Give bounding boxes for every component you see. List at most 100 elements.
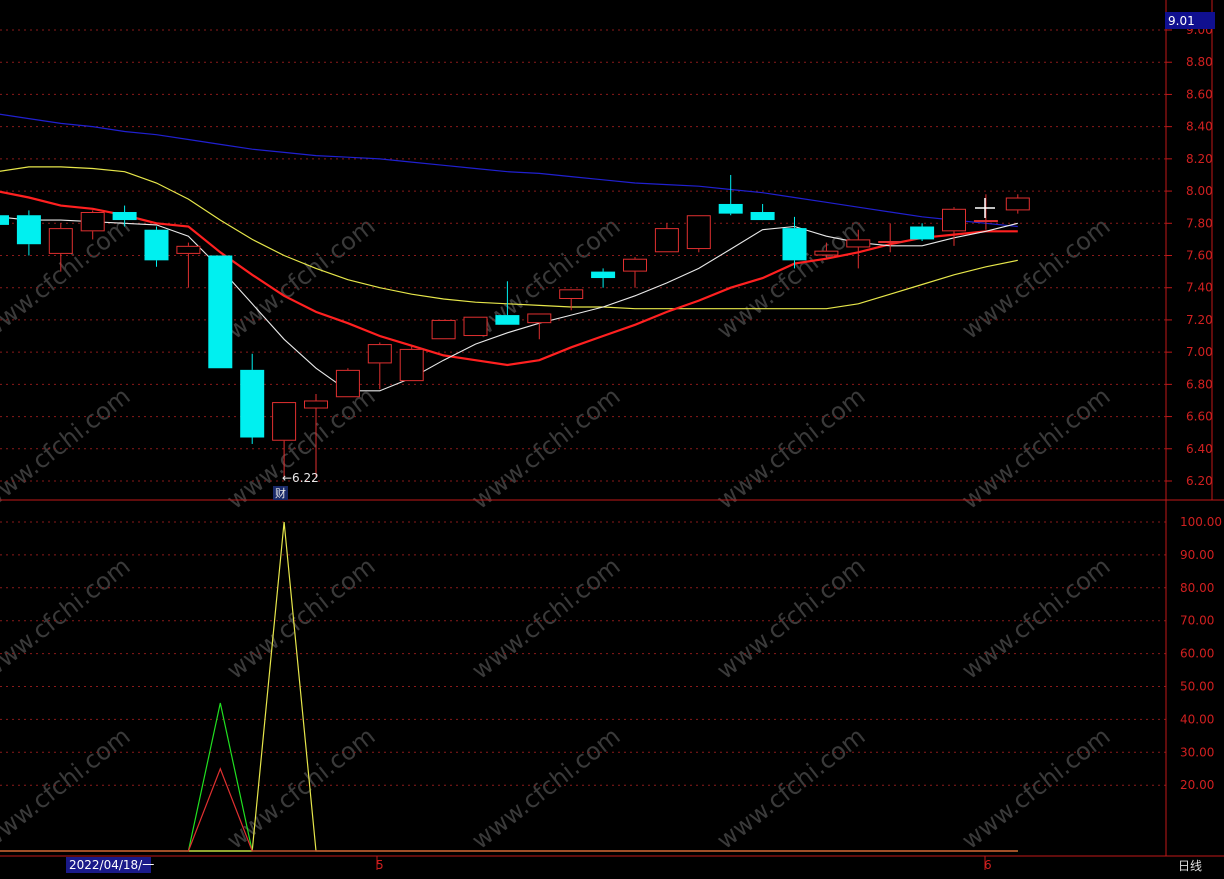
price-axis: 9.008.808.608.408.208.007.807.607.407.20… — [1166, 23, 1213, 488]
candle-body-up — [654, 228, 679, 253]
watermark-text: www.cfchi.com — [956, 382, 1115, 515]
candle-body-down — [16, 215, 41, 245]
candle-body-up — [686, 215, 711, 250]
candle — [176, 242, 201, 288]
price-tick-label: 8.80 — [1186, 55, 1213, 69]
candle-body-up — [367, 344, 392, 364]
candle-body-down — [112, 212, 137, 221]
watermark-text: www.cfchi.com — [711, 552, 870, 685]
indicator-tick-label: 80.00 — [1180, 581, 1214, 595]
candle-body-down — [495, 315, 520, 325]
watermark-text: www.cfchi.com — [0, 722, 135, 855]
watermark-text: www.cfchi.com — [221, 552, 380, 685]
price-tick-label: 6.40 — [1186, 442, 1213, 456]
candle — [527, 313, 552, 340]
price-tick-label: 8.20 — [1186, 152, 1213, 166]
watermark-text: www.cfchi.com — [956, 552, 1115, 685]
candle-body-up — [942, 208, 966, 232]
candle-body-down — [910, 226, 935, 240]
candlestick-layer — [0, 174, 1030, 478]
price-tick-label: 8.60 — [1186, 87, 1213, 101]
candle-body-up — [431, 319, 456, 340]
current-price-label: 9.01 — [1168, 14, 1195, 28]
candle-body-up — [846, 239, 871, 248]
watermark-text: www.cfchi.com — [711, 722, 870, 855]
candle-body-up — [1005, 197, 1030, 211]
candle-body-up — [527, 313, 552, 324]
candle-body-down — [782, 228, 807, 261]
candle-body-up — [272, 402, 297, 441]
candle-body-up — [559, 289, 584, 299]
candle — [623, 257, 647, 288]
candle-body-up — [878, 241, 903, 244]
watermark-text: www.cfchi.com — [0, 552, 135, 685]
x-marker-5: 5 — [376, 858, 384, 872]
candle-body-down — [0, 215, 9, 225]
candle-body-up — [463, 316, 488, 337]
chart-canvas: www.cfchi.com www.cfchi.com www.cfchi.com w… — [0, 0, 1224, 873]
indicator-tick-label: 30.00 — [1180, 745, 1214, 759]
price-tick-label: 7.40 — [1186, 281, 1213, 295]
period-label[interactable]: 日线 — [1178, 859, 1202, 873]
x-marker-6: 6 — [984, 858, 992, 872]
candle-body-down — [750, 212, 775, 221]
candle — [654, 223, 679, 253]
candle — [16, 210, 41, 256]
indicator-tick-label: 50.00 — [1180, 680, 1214, 694]
finance-badge: 财 — [275, 486, 286, 500]
candle-body-up — [80, 212, 105, 232]
candle — [718, 174, 743, 216]
watermark-text: www.cfchi.com — [466, 212, 625, 345]
candle — [463, 316, 488, 337]
watermark-text: www.cfchi.com — [466, 552, 625, 685]
candle-body-up — [176, 245, 201, 254]
date-cursor-label: 2022/04/18/一 — [69, 858, 154, 872]
candle — [367, 342, 392, 390]
ma-blue-line — [0, 113, 1018, 228]
price-tick-label: 6.60 — [1186, 410, 1213, 424]
candle — [750, 203, 775, 221]
indicator-tick-label: 90.00 — [1180, 548, 1214, 562]
price-tick-label: 7.80 — [1186, 216, 1213, 230]
candle — [1005, 194, 1030, 214]
candle-body-up — [814, 250, 839, 256]
indicator-tick-label: 20.00 — [1180, 778, 1214, 792]
price-tick-label: 7.00 — [1186, 345, 1213, 359]
candle — [878, 223, 903, 253]
price-tick-label: 6.80 — [1186, 377, 1213, 391]
candle-body-down — [718, 203, 743, 214]
low-price-annotation: ←6.22 — [282, 471, 319, 485]
watermark-text: www.cfchi.com — [221, 212, 380, 345]
price-tick-label: 8.40 — [1186, 120, 1213, 134]
candle — [208, 255, 233, 369]
indicator-tick-label: 70.00 — [1180, 614, 1214, 628]
price-tick-label: 7.60 — [1186, 249, 1213, 263]
price-tick-label: 8.00 — [1186, 184, 1213, 198]
candle-body-down — [208, 255, 233, 369]
price-tick-label: 6.20 — [1186, 474, 1213, 488]
candle — [144, 226, 169, 267]
candle-body-up — [48, 228, 73, 254]
candle-body-up — [399, 348, 424, 382]
crosshair-cursor — [975, 198, 995, 218]
candle — [335, 368, 360, 398]
candle-body-down — [144, 229, 169, 261]
candle-body-up — [973, 220, 998, 223]
watermark-layer: www.cfchi.com www.cfchi.com www.cfchi.com w… — [0, 212, 1115, 855]
indicator-tick-label: 60.00 — [1180, 647, 1214, 661]
indicator-axis: 100.00 90.00 80.00 70.00 60.00 50.00 40.00 30.0… — [1180, 515, 1222, 792]
candle — [240, 353, 265, 444]
candle-body-up — [304, 400, 328, 409]
watermark-text: www.cfchi.com — [956, 722, 1115, 855]
ma-red-line — [0, 190, 1018, 367]
candle-body-down — [240, 369, 265, 438]
candle — [910, 223, 935, 242]
candle — [686, 215, 711, 253]
indicator-tick-label: 100.00 — [1180, 515, 1222, 529]
candle — [591, 268, 616, 288]
candle-body-up — [335, 369, 360, 398]
candle — [431, 319, 456, 340]
candle — [399, 345, 424, 382]
candle-body-down — [591, 271, 616, 279]
indicator-tick-label: 40.00 — [1180, 712, 1214, 726]
